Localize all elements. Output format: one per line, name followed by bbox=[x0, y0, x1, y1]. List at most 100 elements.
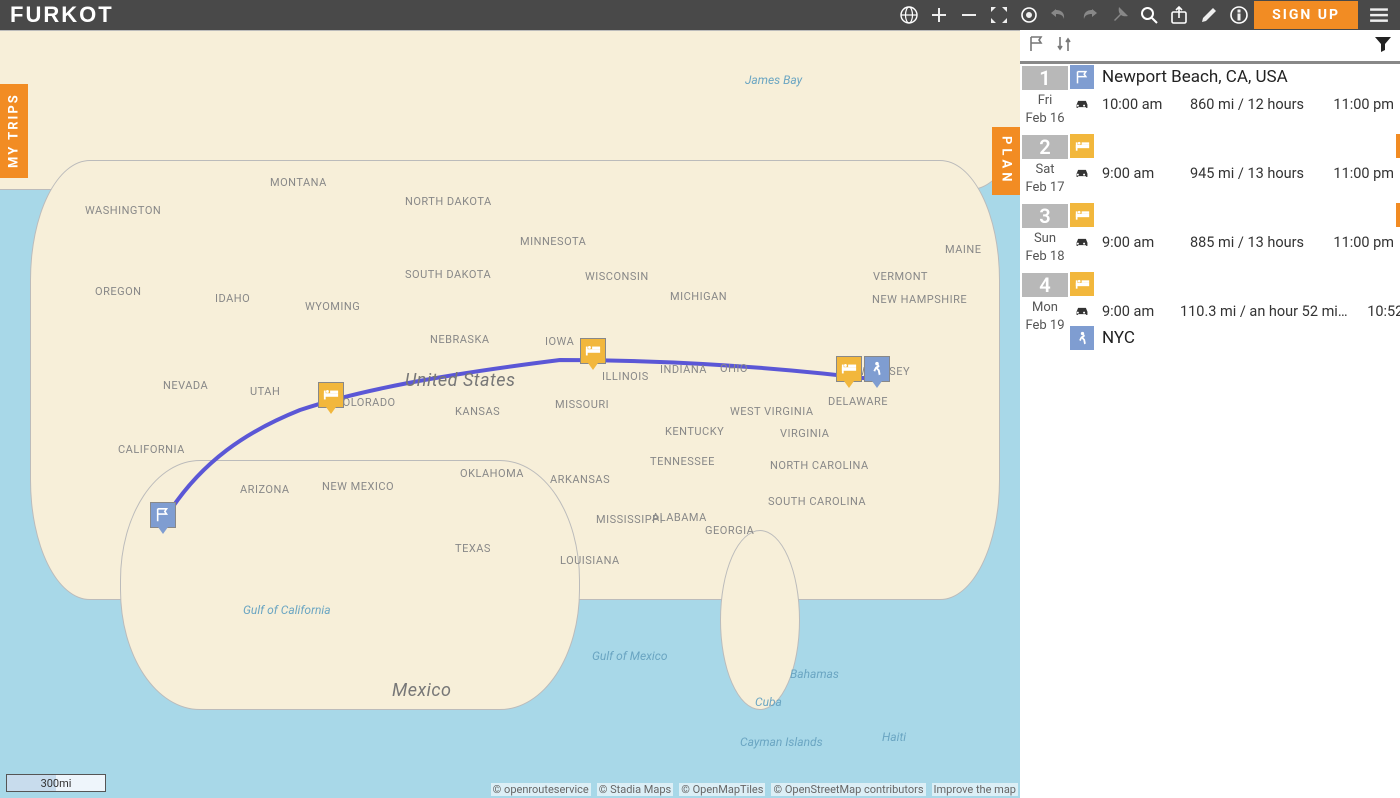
edge-marker bbox=[1396, 134, 1400, 158]
day-meta: MonFeb 19 bbox=[1022, 299, 1068, 334]
my-trips-tab[interactable]: MY TRIPS bbox=[0, 84, 28, 178]
zoom-in-icon[interactable] bbox=[924, 0, 954, 30]
country-label: Mexico bbox=[392, 680, 452, 701]
map[interactable]: WASHINGTON MONTANA NORTH DAKOTA MINNESOTA SO… bbox=[0, 30, 1020, 798]
state-label: OREGON bbox=[95, 285, 142, 298]
fullscreen-icon[interactable] bbox=[984, 0, 1014, 30]
drive-arrive: 11:00 pm bbox=[1322, 234, 1394, 251]
logo[interactable]: FURKOT bbox=[10, 2, 114, 28]
day-number[interactable]: 1 bbox=[1022, 66, 1068, 90]
day-block: 1 FriFeb 16 Newport Beach, CA, USA 10:00… bbox=[1020, 64, 1400, 133]
water-label: Cayman Islands bbox=[740, 735, 823, 749]
redo-icon[interactable] bbox=[1074, 0, 1104, 30]
state-label: TENNESSEE bbox=[650, 455, 715, 468]
stop-overnight[interactable] bbox=[1070, 202, 1400, 228]
car-icon bbox=[1070, 304, 1094, 318]
state-label: WASHINGTON bbox=[85, 204, 161, 217]
drive-arrive: 11:00 pm bbox=[1322, 165, 1394, 182]
day-number[interactable]: 2 bbox=[1022, 135, 1068, 159]
day-meta: FriFeb 16 bbox=[1022, 92, 1068, 127]
drive-row[interactable]: 9:00 am 110.3 mi / an hour 52 mi… 10:52 … bbox=[1070, 297, 1400, 325]
state-label: KENTUCKY bbox=[665, 425, 724, 438]
state-label: MINNESOTA bbox=[520, 235, 586, 248]
scale-bar: 300mi bbox=[6, 774, 106, 792]
map-marker-overnight-3[interactable] bbox=[836, 356, 862, 382]
state-label: WEST VIRGINIA bbox=[730, 405, 814, 418]
menu-icon[interactable] bbox=[1364, 0, 1394, 30]
country-label: United States bbox=[405, 370, 516, 391]
signup-button[interactable]: SIGN UP bbox=[1254, 1, 1358, 29]
stop-overnight[interactable] bbox=[1070, 133, 1400, 159]
drive-depart: 10:00 am bbox=[1102, 96, 1172, 113]
stop-start[interactable]: Newport Beach, CA, USA bbox=[1070, 64, 1400, 90]
edge-marker bbox=[1396, 203, 1400, 227]
drive-row[interactable]: 9:00 am 945 mi / 13 hours 11:00 pm bbox=[1070, 159, 1400, 187]
state-label: IOWA bbox=[545, 335, 574, 348]
day-number[interactable]: 3 bbox=[1022, 204, 1068, 228]
map-marker-start[interactable] bbox=[150, 502, 176, 528]
state-label: NORTH CAROLINA bbox=[770, 459, 869, 472]
state-label: MONTANA bbox=[270, 176, 327, 189]
state-label: WYOMING bbox=[305, 300, 360, 313]
state-label: KANSAS bbox=[455, 405, 500, 418]
export-icon[interactable] bbox=[1164, 0, 1194, 30]
state-label: IDAHO bbox=[215, 292, 250, 305]
state-label: WISCONSIN bbox=[585, 270, 649, 283]
zoom-out-icon[interactable] bbox=[954, 0, 984, 30]
locate-icon[interactable] bbox=[1014, 0, 1044, 30]
undo-icon[interactable] bbox=[1044, 0, 1074, 30]
destination-icon bbox=[1070, 326, 1094, 350]
map-marker-overnight-1[interactable] bbox=[318, 382, 344, 408]
water-label: Gulf of Mexico bbox=[592, 649, 667, 663]
stop-overnight[interactable] bbox=[1070, 271, 1400, 297]
day-meta: SatFeb 17 bbox=[1022, 161, 1068, 196]
drive-depart: 9:00 am bbox=[1102, 234, 1172, 251]
state-label: ARIZONA bbox=[240, 483, 290, 496]
state-label: LOUISIANA bbox=[560, 554, 620, 567]
state-label: CALIFORNIA bbox=[118, 443, 185, 456]
water-label: Haiti bbox=[882, 730, 906, 744]
water-label: Bahamas bbox=[790, 667, 839, 681]
state-label: ARKANSAS bbox=[550, 473, 610, 486]
state-label: NEW MEXICO bbox=[322, 480, 394, 493]
state-label: NORTH DAKOTA bbox=[405, 195, 492, 208]
state-label: COLORADO bbox=[335, 396, 396, 409]
drive-dist: 110.3 mi / an hour 52 mi… bbox=[1180, 303, 1348, 320]
info-icon[interactable] bbox=[1224, 0, 1254, 30]
map-marker-end[interactable] bbox=[864, 356, 890, 382]
state-label: MICHIGAN bbox=[670, 290, 727, 303]
drive-arrive: 10:52 am bbox=[1356, 303, 1400, 320]
state-label: INDIANA bbox=[660, 363, 707, 376]
stop-end[interactable]: NYC bbox=[1070, 325, 1400, 351]
state-label: NEBRASKA bbox=[430, 333, 490, 346]
day-block: 2 SatFeb 17 9:00 am 945 mi / 13 hours 11… bbox=[1020, 133, 1400, 202]
water-label: Cuba bbox=[755, 695, 782, 709]
state-label: MISSOURI bbox=[555, 398, 609, 411]
drive-dist: 860 mi / 12 hours bbox=[1180, 96, 1314, 113]
state-label: SOUTH CAROLINA bbox=[768, 495, 866, 508]
drive-dist: 885 mi / 13 hours bbox=[1180, 234, 1314, 251]
globe-icon[interactable] bbox=[894, 0, 924, 30]
state-label: OHIO bbox=[720, 362, 748, 375]
car-icon bbox=[1070, 97, 1094, 111]
state-label: NEVADA bbox=[163, 379, 208, 392]
flag-icon[interactable] bbox=[1028, 35, 1046, 57]
drive-dist: 945 mi / 13 hours bbox=[1180, 165, 1314, 182]
bed-icon bbox=[1070, 203, 1094, 227]
edit-icon[interactable] bbox=[1194, 0, 1224, 30]
drive-row[interactable]: 9:00 am 885 mi / 13 hours 11:00 pm bbox=[1070, 228, 1400, 256]
state-label: NEW HAMPSHIRE bbox=[872, 293, 967, 306]
pin-icon[interactable] bbox=[1104, 0, 1134, 30]
drive-arrive: 11:00 pm bbox=[1322, 96, 1394, 113]
drive-row[interactable]: 10:00 am 860 mi / 12 hours 11:00 pm bbox=[1070, 90, 1400, 118]
state-label: UTAH bbox=[250, 385, 280, 398]
day-block: 3 SunFeb 18 9:00 am 885 mi / 13 hours 11… bbox=[1020, 202, 1400, 271]
sort-icon[interactable] bbox=[1056, 35, 1074, 57]
car-icon bbox=[1070, 166, 1094, 180]
filter-icon[interactable] bbox=[1374, 35, 1392, 57]
map-marker-overnight-2[interactable] bbox=[580, 338, 606, 364]
plan-tab[interactable]: PLAN bbox=[992, 127, 1020, 195]
stop-name: Newport Beach, CA, USA bbox=[1102, 67, 1394, 87]
search-icon[interactable] bbox=[1134, 0, 1164, 30]
day-number[interactable]: 4 bbox=[1022, 273, 1068, 297]
